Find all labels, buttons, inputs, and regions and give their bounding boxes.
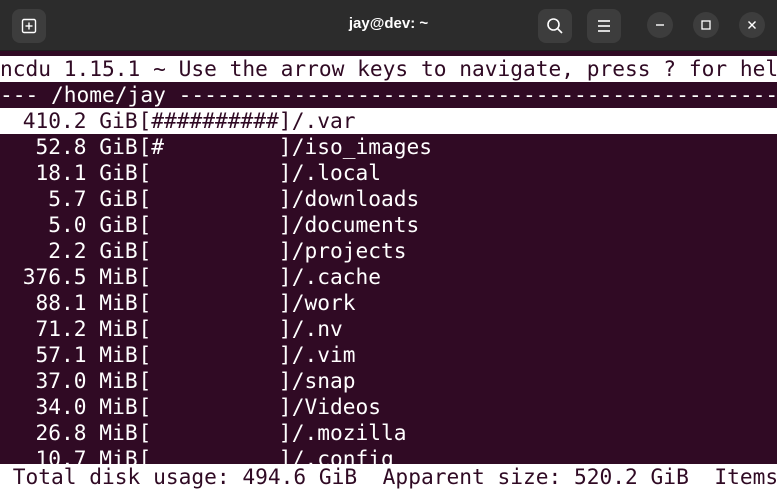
directory-entry[interactable]: 5.0 GiB[ ]/documents bbox=[0, 212, 777, 238]
entry-name: /.vim bbox=[291, 342, 356, 367]
search-icon bbox=[547, 18, 563, 34]
status-footer-line: Total disk usage: 494.6 GiB Apparent siz… bbox=[0, 464, 777, 490]
entry-name: /Videos bbox=[291, 394, 381, 419]
directory-entry[interactable]: 71.2 MiB[ ]/.nv bbox=[0, 316, 777, 342]
entry-name: /iso_images bbox=[291, 134, 433, 159]
entry-name: /downloads bbox=[291, 186, 420, 211]
ncdu-header-line: ncdu 1.15.1 ~ Use the arrow keys to navi… bbox=[0, 56, 777, 82]
entry-name: /documents bbox=[291, 212, 420, 237]
usage-bar: [ ] bbox=[138, 212, 292, 237]
entry-size: 34.0 MiB bbox=[35, 394, 138, 419]
search-button[interactable] bbox=[538, 9, 572, 43]
usage-bar: [ ] bbox=[138, 342, 292, 367]
menu-button[interactable] bbox=[587, 9, 621, 43]
directory-entry[interactable]: 5.7 GiB[ ]/downloads bbox=[0, 186, 777, 212]
entry-size: 410.2 GiB bbox=[22, 108, 138, 133]
close-icon bbox=[748, 21, 756, 29]
entry-name: /.local bbox=[291, 160, 381, 185]
terminal-area[interactable]: ncdu 1.15.1 ~ Use the arrow keys to navi… bbox=[0, 56, 777, 490]
entry-size: 2.2 GiB bbox=[48, 238, 138, 263]
maximize-icon bbox=[701, 20, 711, 30]
close-button[interactable] bbox=[739, 12, 765, 38]
usage-bar: [ ] bbox=[138, 394, 292, 419]
usage-bar: [ ] bbox=[138, 290, 292, 315]
entry-size: 88.1 MiB bbox=[35, 290, 138, 315]
entry-name: /.var bbox=[291, 108, 356, 133]
directory-entry[interactable]: 26.8 MiB[ ]/.mozilla bbox=[0, 420, 777, 446]
entry-size: 5.0 GiB bbox=[48, 212, 138, 237]
entry-name: /projects bbox=[291, 238, 407, 263]
hamburger-menu-icon bbox=[598, 20, 610, 32]
minimize-icon bbox=[656, 24, 664, 26]
minimize-button[interactable] bbox=[647, 12, 673, 38]
directory-entry[interactable]: 410.2 GiB [##########]/.var bbox=[0, 108, 777, 134]
usage-bar: [ ] bbox=[138, 420, 292, 445]
entry-size: 57.1 MiB bbox=[35, 342, 138, 367]
usage-bar: [##########] bbox=[138, 108, 292, 133]
entry-size: 5.7 GiB bbox=[48, 186, 138, 211]
usage-bar: [ ] bbox=[138, 316, 292, 341]
usage-bar: [ ] bbox=[138, 368, 292, 393]
usage-bar: [ ] bbox=[138, 186, 292, 211]
directory-entry[interactable]: 57.1 MiB[ ]/.vim bbox=[0, 342, 777, 368]
directory-entry[interactable]: 88.1 MiB[ ]/work bbox=[0, 290, 777, 316]
entry-size: 71.2 MiB bbox=[35, 316, 138, 341]
entry-size: 37.0 MiB bbox=[35, 368, 138, 393]
directory-entry[interactable]: 2.2 GiB[ ]/projects bbox=[0, 238, 777, 264]
entry-size: 26.8 MiB bbox=[35, 420, 138, 445]
usage-bar: [ ] bbox=[138, 264, 292, 289]
directory-entry[interactable]: 376.5 MiB[ ]/.cache bbox=[0, 264, 777, 290]
directory-entry[interactable]: 52.8 GiB [# ]/iso_images bbox=[0, 134, 777, 160]
entry-size: 376.5 MiB bbox=[22, 264, 138, 289]
entry-size: 18.1 GiB bbox=[35, 160, 138, 185]
directory-entry[interactable]: 37.0 MiB[ ]/snap bbox=[0, 368, 777, 394]
window-titlebar: jay@dev: ~ bbox=[0, 0, 777, 51]
directory-entry[interactable]: 34.0 MiB[ ]/Videos bbox=[0, 394, 777, 420]
current-path-line: --- /home/jay --------------------------… bbox=[0, 82, 777, 107]
entry-name: /.mozilla bbox=[291, 420, 407, 445]
entry-name: /.cache bbox=[291, 264, 381, 289]
entry-size: 52.8 GiB bbox=[35, 134, 138, 159]
usage-bar: [# ] bbox=[138, 134, 292, 159]
entry-name: /work bbox=[291, 290, 356, 315]
entry-name: /snap bbox=[291, 368, 356, 393]
directory-entry[interactable]: 18.1 GiB[ ]/.local bbox=[0, 160, 777, 186]
maximize-button[interactable] bbox=[693, 12, 719, 38]
usage-bar: [ ] bbox=[138, 160, 292, 185]
usage-bar: [ ] bbox=[138, 238, 292, 263]
entry-name: /.nv bbox=[291, 316, 343, 341]
